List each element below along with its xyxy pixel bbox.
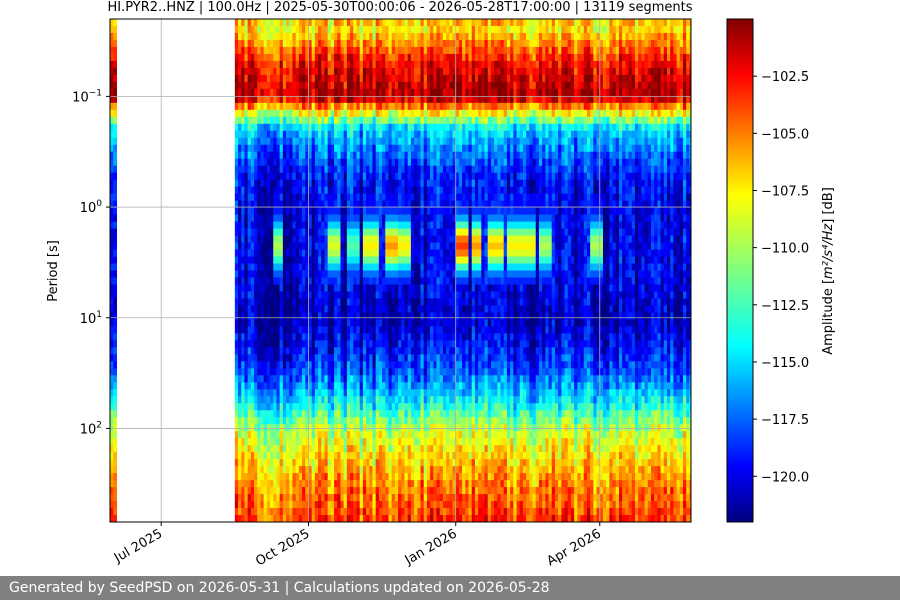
y-tick-label: 10−1	[72, 88, 102, 105]
psd-spectrogram-figure: HI.PYR2..HNZ | 100.0Hz | 2025-05-30T00:0…	[46, 0, 836, 569]
colorbar	[726, 18, 754, 523]
spectrogram-heatmap	[110, 19, 691, 522]
colorbar-tick-label: −102.5	[761, 70, 809, 85]
y-tick-label: 102	[80, 420, 102, 437]
colorbar-tick-label: −115.0	[761, 356, 809, 371]
colorbar-tick-label: −117.5	[761, 413, 809, 428]
x-tick-label: Oct 2025	[253, 526, 312, 569]
x-tick-label: Apr 2026	[545, 526, 604, 569]
y-axis-label: Period [s]	[46, 240, 61, 302]
x-tick-label: Jan 2026	[402, 526, 460, 568]
x-tick-label: Jul 2025	[111, 526, 165, 566]
y-axis-ticks: 10−1 100 101 102	[72, 88, 110, 437]
colorbar-tick-label: −120.0	[761, 470, 809, 485]
footer-banner: Generated by SeedPSD on 2026-05-31 | Cal…	[0, 576, 900, 600]
chart-title: HI.PYR2..HNZ | 100.0Hz | 2025-05-30T00:0…	[108, 0, 693, 15]
y-tick-label: 101	[80, 310, 102, 327]
y-tick-label: 100	[80, 199, 103, 216]
colorbar-tick-label: −107.5	[761, 184, 809, 199]
colorbar-label: Amplitude [m²/s⁴/Hz] [dB]	[821, 187, 836, 355]
colorbar-ticks: −102.5 −105.0 −107.5 −110.0 −112.5 −115.0 −117…	[753, 70, 809, 485]
colorbar-tick-label: −105.0	[761, 127, 809, 142]
colorbar-tick-label: −112.5	[761, 299, 809, 314]
colorbar-tick-label: −110.0	[761, 242, 809, 257]
x-axis-ticks: Jul 2025 Oct 2025 Jan 2026 Apr 2026	[111, 522, 604, 569]
